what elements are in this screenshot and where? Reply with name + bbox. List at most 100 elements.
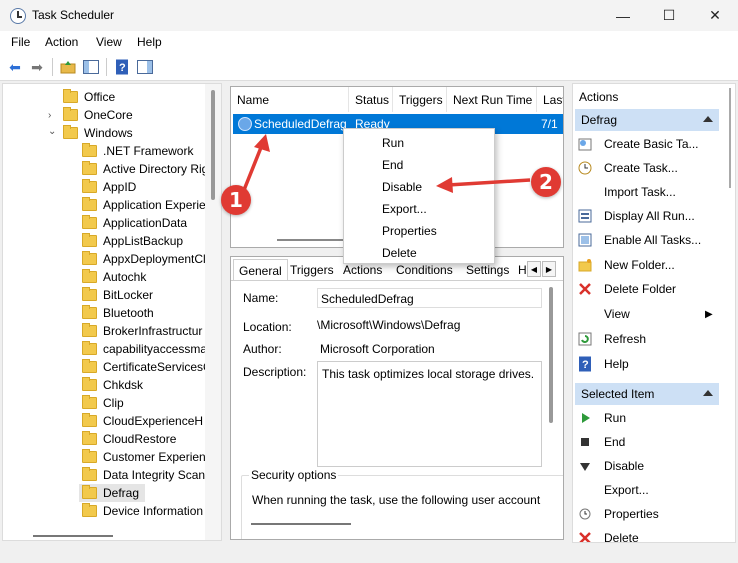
action-item-label: Help — [604, 357, 629, 371]
tab-scroll-right-icon[interactable]: ▶ — [542, 261, 556, 277]
show-hide-console-tree-icon[interactable] — [82, 58, 100, 76]
context-menu-disable[interactable]: Disable — [382, 180, 422, 194]
tree-item[interactable]: Bluetooth — [79, 304, 154, 322]
help-book-icon[interactable]: ? — [113, 58, 131, 76]
action-item[interactable]: Import Task... — [577, 182, 676, 202]
tab-general[interactable]: General — [233, 259, 288, 281]
actions-section-selected-item[interactable]: Selected Item — [575, 383, 719, 405]
tree-item-label: ApplicationData — [103, 216, 188, 230]
tree-item-label: BrokerInfrastructur — [103, 324, 203, 338]
folder-icon — [82, 161, 97, 175]
context-menu-run[interactable]: Run — [382, 136, 404, 150]
tree-item[interactable]: CloudRestore — [79, 430, 176, 448]
tree-item[interactable]: BrokerInfrastructur — [79, 322, 202, 340]
empty-icon-slot — [577, 482, 593, 498]
scroll-thumb[interactable] — [211, 90, 215, 200]
tree-item[interactable]: CertificateServicesC — [79, 358, 212, 376]
tree-item[interactable]: Application Experie — [79, 196, 206, 214]
menu-file[interactable]: File — [11, 35, 30, 49]
action-item[interactable]: Refresh — [577, 329, 646, 349]
tree-item[interactable]: capabilityaccessma — [79, 340, 207, 358]
name-field[interactable]: ScheduledDefrag — [317, 288, 542, 308]
action-item[interactable]: New Folder... — [577, 255, 675, 275]
tree-item[interactable]: Chkdsk — [79, 376, 143, 394]
menu-action[interactable]: Action — [45, 35, 78, 49]
folder-icon — [82, 449, 97, 463]
show-hide-action-pane-icon[interactable] — [136, 58, 154, 76]
action-item[interactable]: Disable — [577, 456, 644, 476]
action-item[interactable]: End — [577, 432, 625, 452]
action-item[interactable]: Display All Run... — [577, 206, 695, 226]
context-menu-delete[interactable]: Delete — [382, 246, 417, 260]
up-folder-icon[interactable] — [59, 58, 77, 76]
tree-item[interactable]: AppxDeploymentCl — [79, 250, 206, 268]
tree-item[interactable]: Windows — [60, 124, 133, 142]
action-item[interactable]: Delete — [577, 528, 639, 542]
tree-item[interactable]: ApplicationData — [79, 214, 187, 232]
column-status[interactable]: Status — [349, 87, 393, 112]
details-horizontal-scrollbar[interactable] — [251, 523, 351, 525]
tree-item-label: Data Integrity Scan — [103, 468, 206, 482]
tree-item-label: Clip — [103, 396, 124, 410]
tab-divider — [231, 280, 563, 281]
details-vertical-scrollbar[interactable] — [549, 287, 553, 423]
tree-item[interactable]: Data Integrity Scan — [79, 466, 205, 484]
actions-vertical-scrollbar[interactable] — [729, 88, 731, 188]
tree-item[interactable]: Active Directory Rig — [79, 160, 208, 178]
tree-item[interactable]: Office — [60, 88, 115, 106]
description-field[interactable]: This task optimizes local storage drives… — [317, 361, 542, 467]
tree-item[interactable]: Device Information — [79, 502, 203, 520]
action-item[interactable]: Create Task... — [577, 158, 678, 178]
action-item[interactable]: Delete Folder — [577, 279, 676, 299]
context-menu-export[interactable]: Export... — [382, 202, 427, 216]
menu-bar: File Action View Help — [0, 31, 738, 53]
close-button[interactable]: ✕ — [692, 0, 738, 31]
action-item[interactable]: ? Help — [577, 354, 629, 374]
tree-item-label: Application Experie — [103, 198, 206, 212]
menu-view[interactable]: View — [96, 35, 122, 49]
chevron-down-icon[interactable]: ⌄ — [48, 126, 56, 137]
tree-item[interactable]: OneCore — [60, 106, 133, 124]
action-item[interactable]: Create Basic Ta... — [577, 134, 699, 154]
back-arrow-icon[interactable]: ⬅ — [6, 58, 24, 76]
tree-item[interactable]: Defrag — [79, 484, 146, 502]
svg-text:?: ? — [119, 62, 126, 74]
tree-horizontal-scrollbar[interactable] — [3, 530, 221, 540]
collapse-arrow-icon[interactable] — [703, 116, 713, 122]
chevron-right-icon[interactable]: › — [48, 110, 51, 121]
scroll-thumb[interactable] — [33, 535, 113, 537]
column-last-run[interactable]: Last — [537, 87, 563, 112]
forward-arrow-icon[interactable]: ➡ — [28, 58, 46, 76]
context-menu-properties[interactable]: Properties — [382, 224, 437, 238]
column-triggers[interactable]: Triggers — [393, 87, 447, 112]
tree-item[interactable]: AppListBackup — [79, 232, 183, 250]
action-item[interactable]: Properties — [577, 504, 659, 524]
tab-triggers[interactable]: Triggers — [285, 259, 339, 281]
svg-text:?: ? — [582, 359, 589, 371]
context-menu-end[interactable]: End — [382, 158, 403, 172]
folder-icon — [82, 467, 97, 481]
clock-icon — [238, 117, 252, 131]
column-name[interactable]: Name — [231, 87, 349, 112]
column-next-run-time[interactable]: Next Run Time — [447, 87, 537, 112]
run-icon — [577, 410, 593, 426]
minimize-button[interactable]: — — [600, 0, 646, 31]
actions-section-defrag[interactable]: Defrag — [575, 109, 719, 131]
tree-item[interactable]: Customer Experien — [79, 448, 206, 466]
tree-item[interactable]: Autochk — [79, 268, 146, 286]
action-item[interactable]: Export... — [577, 480, 649, 500]
tab-scroll-left-icon[interactable]: ◀ — [527, 261, 541, 277]
tree-item[interactable]: .NET Framework — [79, 142, 193, 160]
action-item[interactable]: Enable All Tasks... — [577, 230, 701, 250]
tree-item[interactable]: Clip — [79, 394, 124, 412]
action-item[interactable]: View — [577, 304, 630, 324]
tree-item[interactable]: BitLocker — [79, 286, 153, 304]
collapse-arrow-icon[interactable] — [703, 390, 713, 396]
menu-help[interactable]: Help — [137, 35, 162, 49]
tree-vertical-scrollbar[interactable] — [205, 84, 221, 540]
folder-icon — [82, 395, 97, 409]
tree-item[interactable]: AppID — [79, 178, 136, 196]
tree-item[interactable]: CloudExperienceH — [79, 412, 203, 430]
action-item[interactable]: Run — [577, 408, 626, 428]
maximize-button[interactable]: ☐ — [646, 0, 692, 31]
